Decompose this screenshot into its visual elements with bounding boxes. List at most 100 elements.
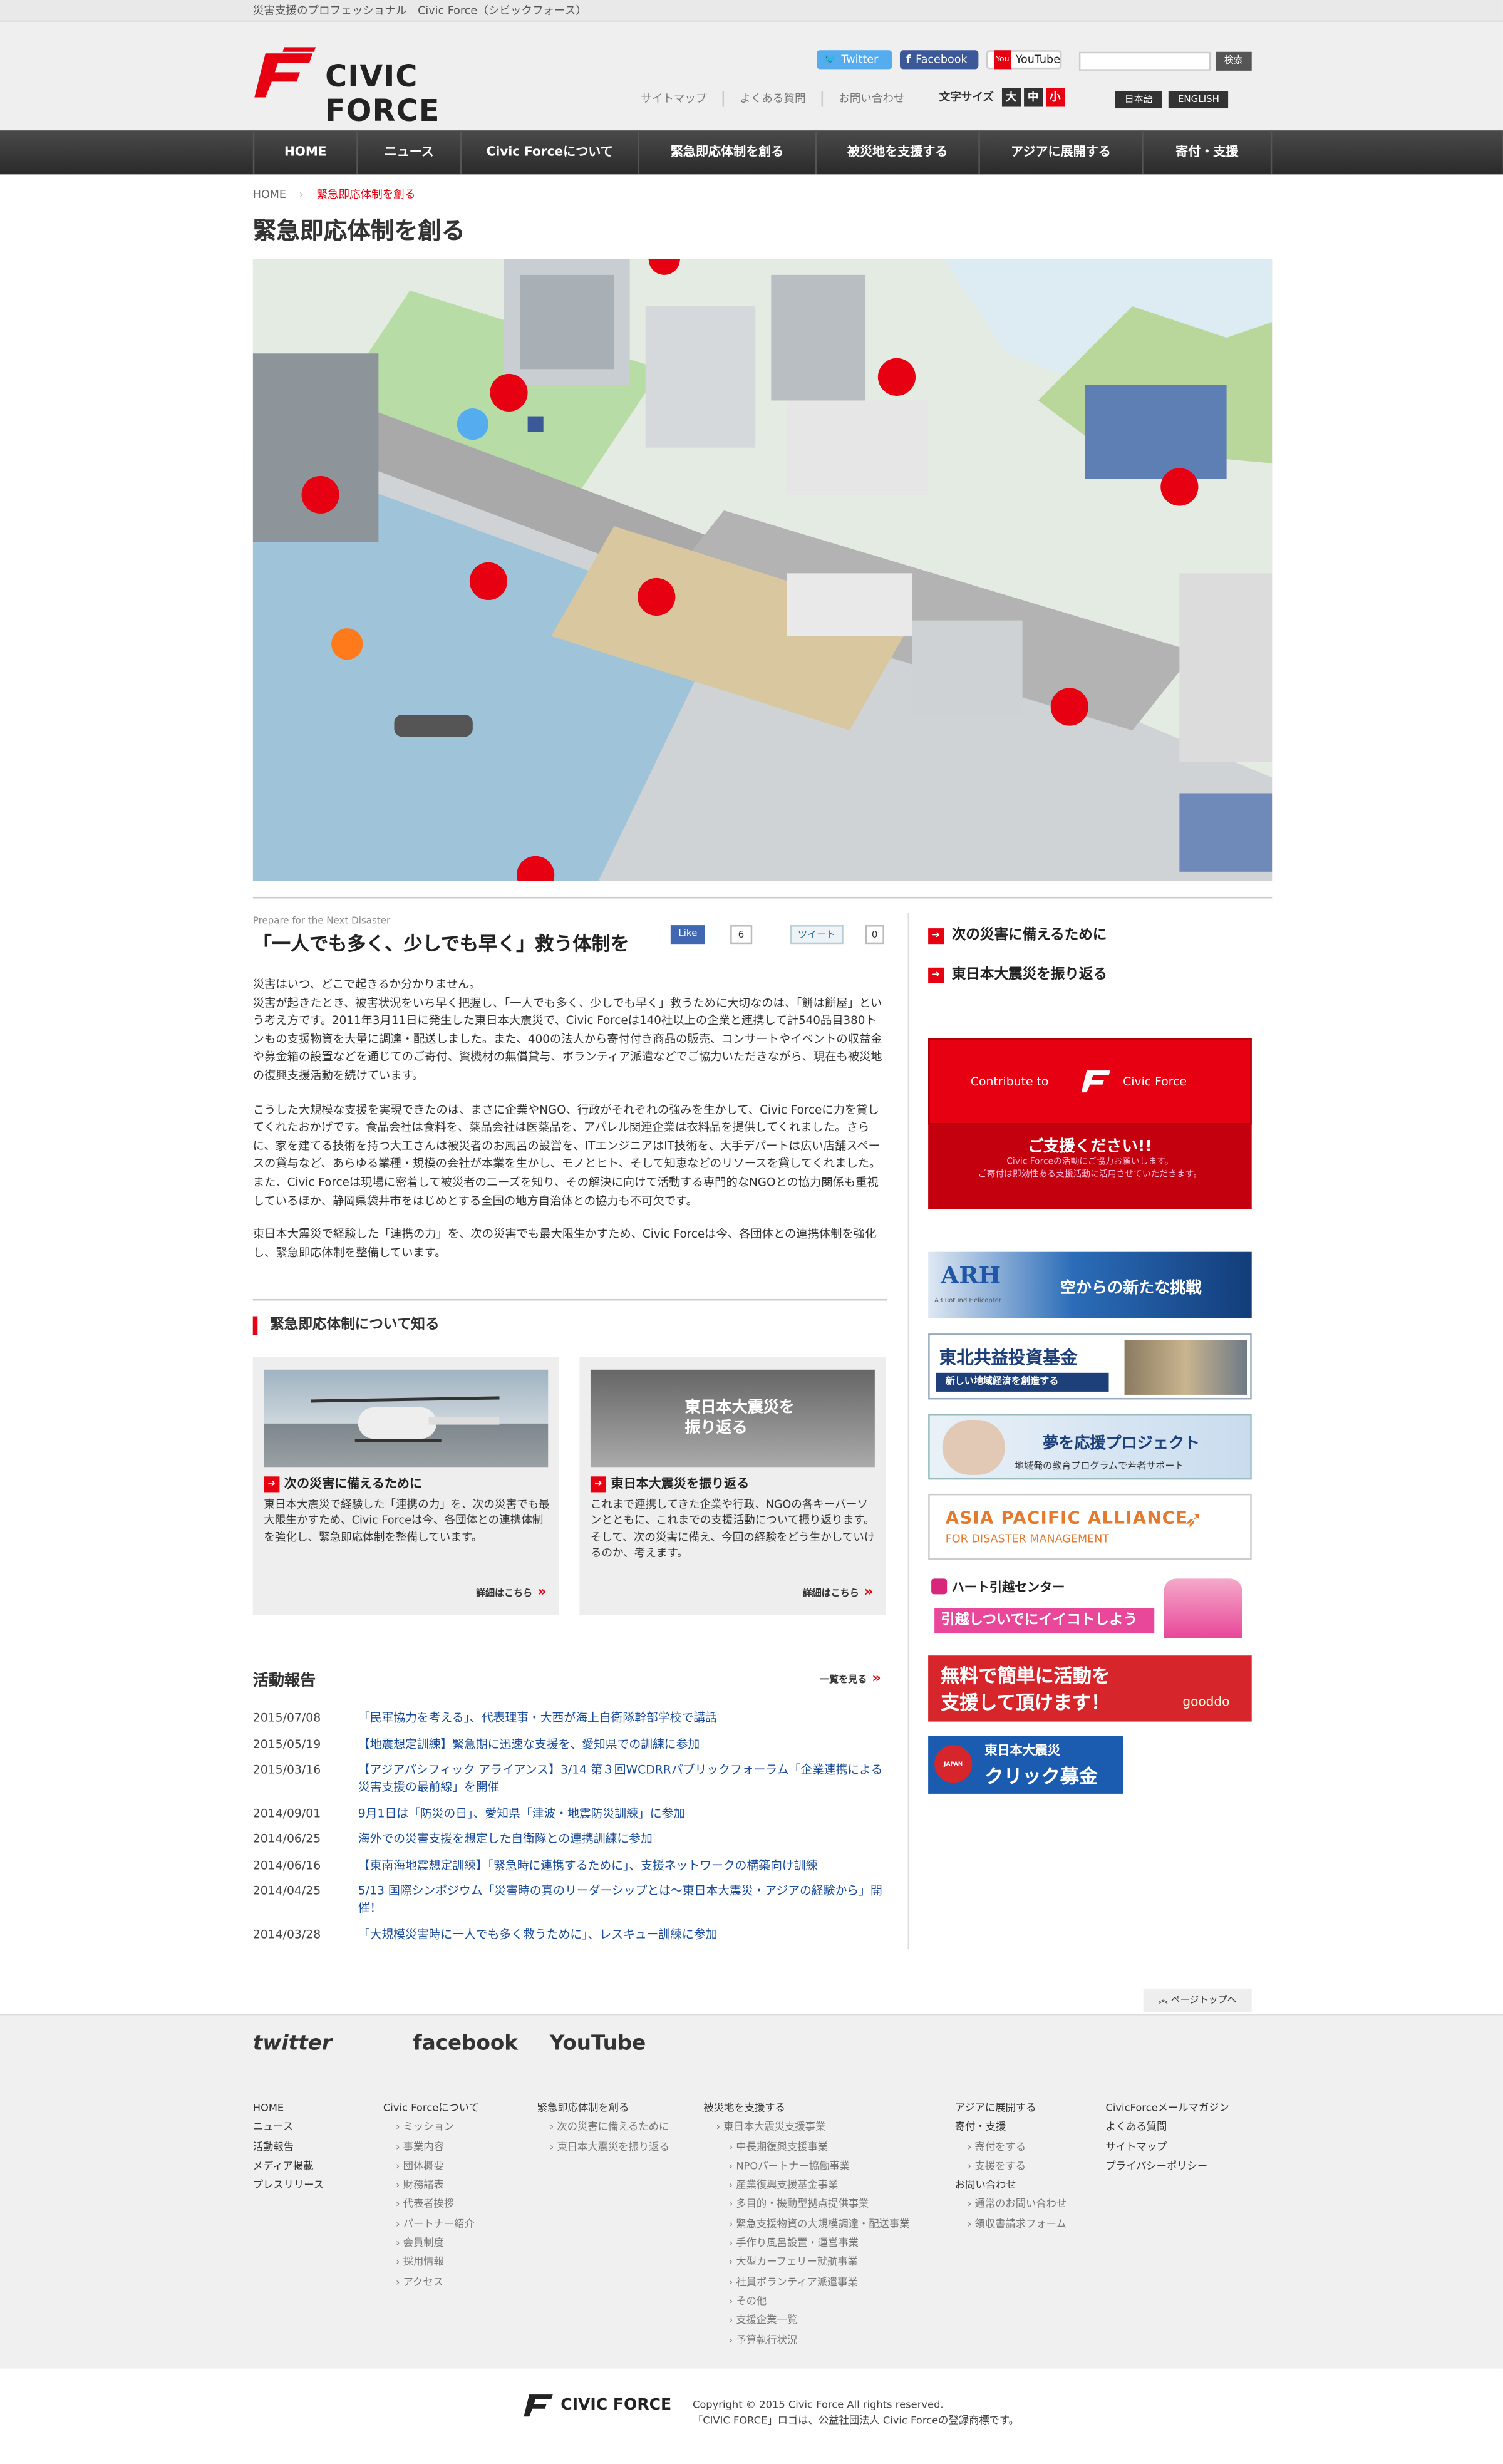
footer-link[interactable]: ミッション [383,2118,479,2137]
lang-japanese[interactable]: 日本語 [1115,91,1162,109]
footer-link[interactable]: NPOパートナー協働事業 [703,2156,909,2176]
news-title[interactable]: 【アジアパシフィック アライアンス】3/14 第３回WCDRRパブリックフォーラ… [358,1761,887,1795]
list-item[interactable]: 2015/03/16 【アジアパシフィック アライアンス】3/14 第３回WCDR… [253,1761,887,1795]
footer-link[interactable]: 大型カーフェリー就航事業 [703,2253,909,2272]
footer-link[interactable]: ニュース [253,2118,324,2137]
footer-link[interactable]: 産業復興支援基金事業 [703,2176,909,2195]
news-title[interactable]: 【東南海地震想定訓練】「緊急時に連携するために」、支援ネットワークの構築向け訓練 [358,1856,818,1873]
news-title[interactable]: 【地震想定訓練】緊急期に迅速な支援を、愛知県での訓練に参加 [358,1735,700,1752]
banner-click-donation[interactable]: JAPAN GIVING 東日本大震災 クリック募金 [928,1736,1123,1794]
footer-link[interactable]: プライバシーポリシー [1105,2156,1229,2176]
footer-link[interactable]: アクセス [383,2272,479,2292]
page-top-button[interactable]: ︽ ページトップへ [1143,1988,1252,2012]
footer-youtube-link[interactable]: YouTube [550,2032,646,2056]
search-input[interactable] [1078,51,1211,71]
footer-link[interactable]: HOME [253,2098,324,2118]
nav-asia[interactable]: アジアに展開する [978,130,1142,175]
banner-gooddo[interactable]: 無料で簡単に活動を 支援して頂けます！ gooddo [928,1655,1252,1722]
header-link-faq[interactable]: よくある質問 [722,91,822,107]
font-size-large[interactable]: 大 [1001,88,1021,107]
footer-link[interactable]: 多目的・機動型拠点提供事業 [703,2195,909,2215]
activity-more-link[interactable]: 一覧を見る [820,1671,881,1687]
footer-heading[interactable]: Civic Forceについて [383,2098,479,2118]
facebook-like-button[interactable]: Like [670,925,705,945]
footer-link[interactable]: 通常のお問い合わせ [955,2195,1067,2215]
footer-link[interactable]: 代表者挨拶 [383,2195,479,2215]
news-title[interactable]: 9月1日は「防災の日」、愛知県「津波・地震防災訓練」に参加 [358,1804,685,1821]
list-item[interactable]: 2014/09/01 9月1日は「防災の日」、愛知県「津波・地震防災訓練」に参加 [253,1804,887,1821]
banner-arh[interactable]: ARH A3 Rotund Helicopter 空からの新たな挑戦 [928,1251,1252,1318]
nav-donate[interactable]: 寄付・支援 [1142,130,1273,175]
footer-twitter-link[interactable]: twitter [253,2032,332,2056]
footer-link[interactable]: 事業内容 [383,2137,479,2156]
nav-emergency[interactable]: 緊急即応体制を創る [638,130,815,175]
font-size-small[interactable]: 小 [1045,88,1065,107]
list-item[interactable]: 2014/03/28 「大規模災害時に一人でも多く救うために」、レスキュー訓練に参… [253,1925,887,1942]
footer-link[interactable]: 領収書請求フォーム [955,2214,1067,2234]
footer-link[interactable]: 会員制度 [383,2234,479,2253]
header-link-sitemap[interactable]: サイトマップ [625,91,722,106]
card-prepare[interactable]: 次の災害に備えるために 東日本大震災で経験した「連携の力」を、次の災害でも最大限… [252,1357,559,1615]
footer-link[interactable]: 手作り風呂設置・運営事業 [703,2234,909,2253]
footer-link[interactable]: パートナー紹介 [383,2214,479,2234]
card-look-back-more-link[interactable]: 詳細はこちら [803,1585,874,1600]
footer-link[interactable]: 活動報告 [253,2137,324,2156]
footer-link[interactable]: 社員ボランティア派遣事業 [703,2272,909,2292]
footer-link[interactable]: 支援をする [955,2156,1067,2176]
footer-link[interactable]: 採用情報 [383,2253,479,2272]
sidebar-link-prepare[interactable]: 次の災害に備えるために [928,927,1252,966]
news-title[interactable]: 海外での災害支援を想定した自衛隊との連携訓練に参加 [358,1830,653,1848]
facebook-button[interactable]: f Facebook [899,50,979,70]
banner-tohoku-fund[interactable]: 東北共益投資基金 新しい地域経済を創造する [928,1333,1252,1400]
news-title[interactable]: 「大規模災害時に一人でも多く救うために」、レスキュー訓練に参加 [358,1925,718,1942]
font-size-medium[interactable]: 中 [1023,88,1043,107]
news-title[interactable]: 5/13 国際シンポジウム「災害時の真のリーダーシップとは〜東日本大震災・アジア… [358,1882,887,1916]
list-item[interactable]: 2014/06/16 【東南海地震想定訓練】「緊急時に連携するために」、支援ネット… [253,1856,887,1873]
footer-link[interactable]: 東日本大震災を振り返る [537,2137,669,2156]
site-logo[interactable]: CIVIC FORCE [253,47,535,129]
sidebar-link-look-back[interactable]: 東日本大震災を振り返る [928,966,1252,1005]
footer-link[interactable]: 東日本大震災支援事業 [703,2118,909,2137]
lang-english[interactable]: ENGLISH [1168,91,1229,109]
footer-link[interactable]: 支援企業一覧 [703,2311,909,2331]
footer-link[interactable]: 中長期復興支援事業 [703,2137,909,2156]
card-prepare-more-link[interactable]: 詳細はこちら [476,1585,547,1600]
footer-link[interactable]: 団体概要 [383,2156,479,2176]
footer-link[interactable]: 寄付をする [955,2137,1067,2156]
list-item[interactable]: 2015/05/19 【地震想定訓練】緊急期に迅速な支援を、愛知県での訓練に参加 [253,1735,887,1752]
banner-heart-moving[interactable]: ハート引越センター 引越しついでにイイコトしよう [928,1575,1252,1642]
footer-link[interactable]: 緊急支援物資の大規模調達・配送事業 [703,2214,909,2234]
search-button[interactable]: 検索 [1216,51,1252,71]
banner-apad[interactable]: ASIA PACIFIC ALLIANCE FOR DISASTER MANAG… [928,1493,1252,1560]
footer-heading[interactable]: アジアに展開する [955,2098,1067,2118]
footer-link[interactable]: 次の災害に備えるために [537,2118,669,2137]
news-title[interactable]: 「民軍協力を考える」、代表理事・大西が海上自衛隊幹部学校で講話 [358,1709,717,1726]
footer-heading[interactable]: 緊急即応体制を創る [537,2098,669,2118]
footer-link[interactable]: CivicForceメールマガジン [1105,2098,1229,2118]
breadcrumb-home[interactable]: HOME [253,189,286,201]
nav-news[interactable]: ニュース [356,130,460,175]
nav-home[interactable]: HOME [252,130,357,175]
card-look-back[interactable]: 東日本大震災を振り返る 東日本大震災を振り返る これまで連携してきた企業や行政、… [579,1357,886,1615]
banner-dream[interactable]: 夢を応援プロジェクト 地域発の教育プログラムで若者サポート [928,1414,1252,1480]
footer-link[interactable]: メディア掲載 [253,2156,324,2176]
nav-support-areas[interactable]: 被災地を支援する [815,130,979,175]
nav-about[interactable]: Civic Forceについて [460,130,638,175]
footer-link[interactable]: よくある質問 [1105,2118,1229,2137]
footer-link[interactable]: プレスリリース [253,2176,324,2195]
footer-heading[interactable]: 被災地を支援する [703,2098,909,2118]
footer-facebook-link[interactable]: facebook [413,2032,518,2056]
footer-link[interactable]: 財務諸表 [383,2176,479,2195]
footer-heading[interactable]: 寄付・支援 [955,2118,1067,2137]
footer-logo[interactable]: CIVIC FORCE [523,2391,671,2419]
contribute-banner[interactable]: Contribute to Civic Force ご支援ください!! Civi… [928,1038,1252,1210]
youtube-button[interactable]: You YouTube [986,50,1062,70]
twitter-button[interactable]: 🐦 Twitter [817,50,892,70]
footer-link[interactable]: その他 [703,2292,909,2311]
list-item[interactable]: 2014/06/25 海外での災害支援を想定した自衛隊との連携訓練に参加 [253,1830,887,1848]
tweet-button[interactable]: ツイート [790,925,844,945]
list-item[interactable]: 2015/07/08 「民軍協力を考える」、代表理事・大西が海上自衛隊幹部学校で講… [253,1709,887,1726]
header-link-contact[interactable]: お問い合わせ [821,91,921,107]
footer-heading[interactable]: お問い合わせ [955,2176,1067,2195]
footer-link[interactable]: サイトマップ [1105,2137,1229,2156]
